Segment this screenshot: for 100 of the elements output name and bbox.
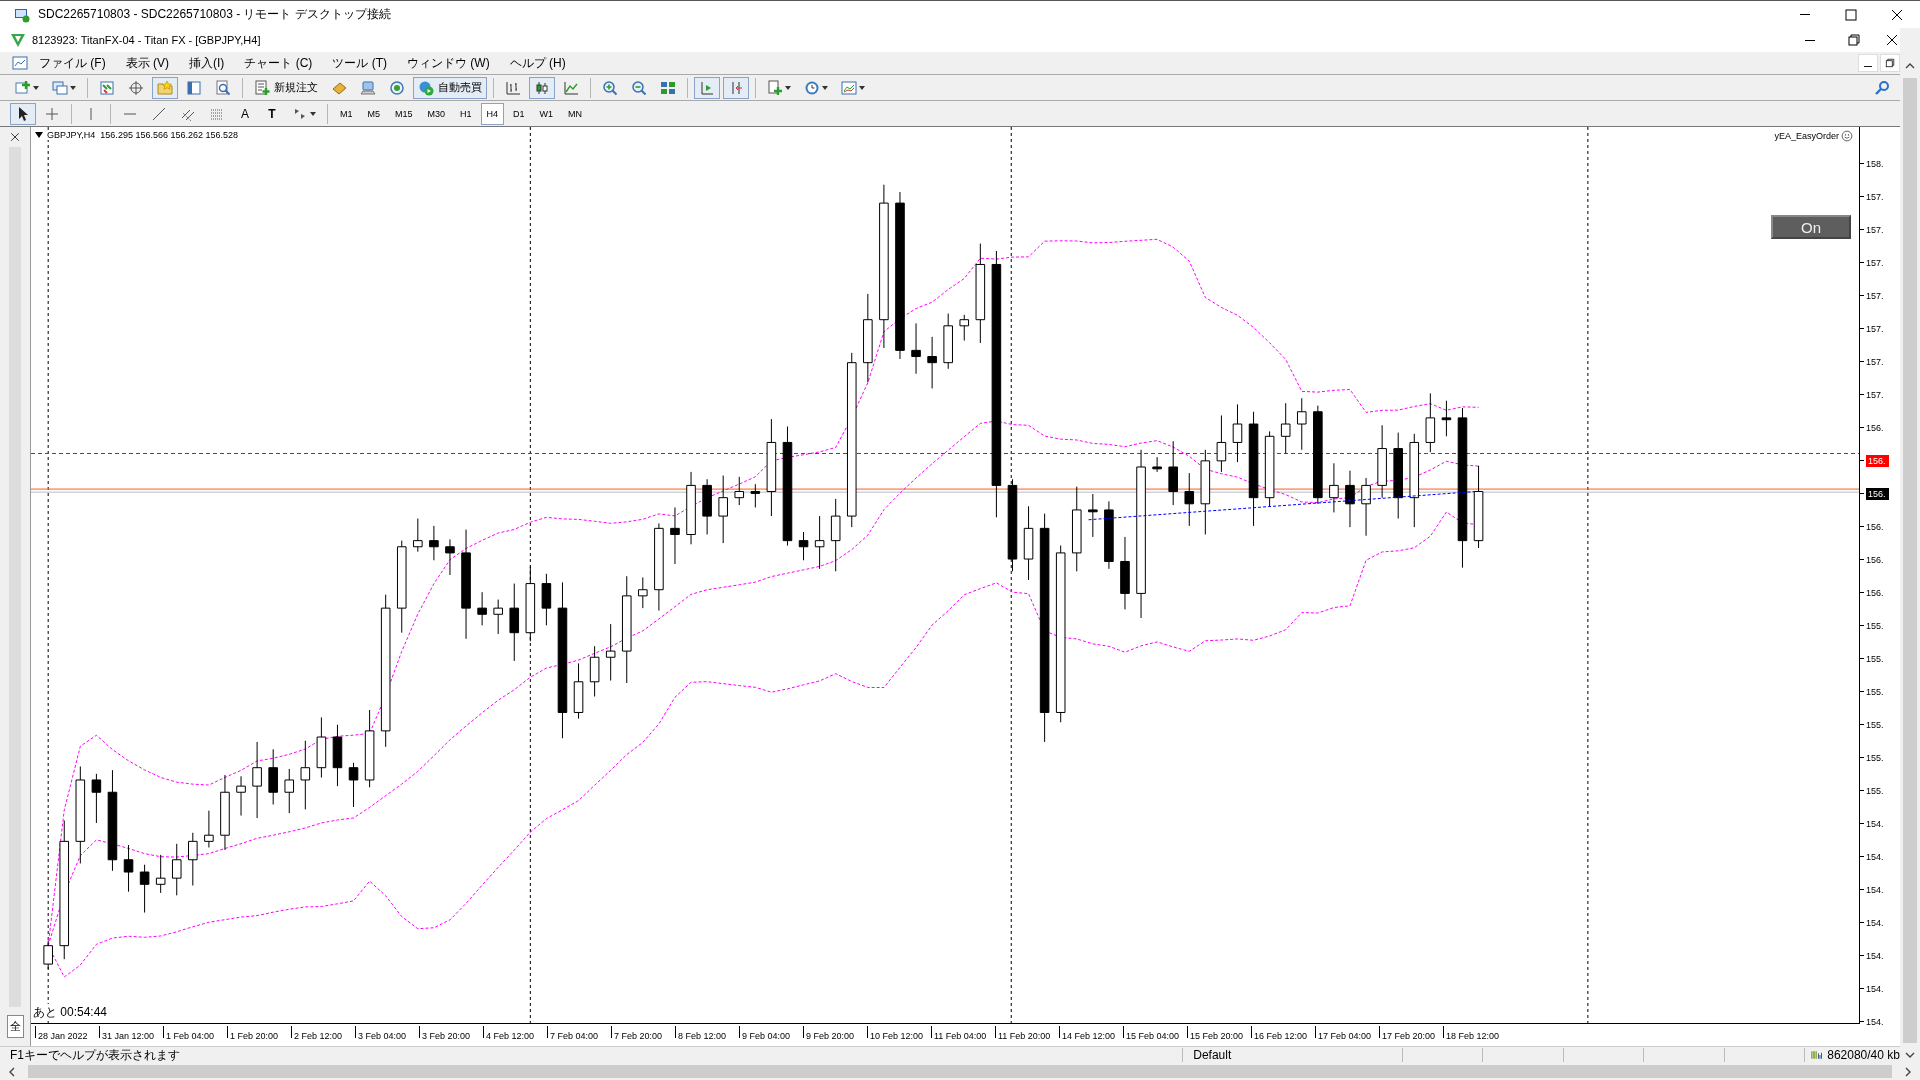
minimize-icon xyxy=(1800,14,1810,15)
maximize-icon xyxy=(1843,6,1859,23)
autotrading-button[interactable]: 自動売買 xyxy=(413,76,487,99)
price-label: 157. xyxy=(1866,356,1884,367)
price-label: 154. xyxy=(1866,884,1884,895)
time-label: 17 Feb 04:00 xyxy=(1315,1026,1379,1038)
menu-item[interactable]: ツール (T) xyxy=(323,52,396,74)
price-label: 154. xyxy=(1866,950,1884,961)
time-label: 16 Feb 12:00 xyxy=(1251,1026,1315,1038)
zoom-out-icon[interactable] xyxy=(631,79,647,96)
price-label: 155. xyxy=(1866,785,1884,796)
menu-item[interactable]: 挿入(I) xyxy=(180,52,234,74)
magnifier-document-icon[interactable] xyxy=(215,79,231,96)
time-label: 15 Feb 20:00 xyxy=(1187,1026,1251,1038)
smiley-icon xyxy=(1841,130,1853,142)
minimize-button[interactable] xyxy=(1858,54,1878,72)
app-title: 8123923: TitanFX-04 - Titan FX - [GBPJPY,H4] xyxy=(32,34,261,46)
ea-toggle-button[interactable]: On xyxy=(1771,215,1851,239)
caret-icon[interactable] xyxy=(859,85,865,90)
close-icon[interactable] xyxy=(9,131,21,143)
price-label: 154. xyxy=(1866,851,1884,862)
menu-item[interactable]: 表示 (V) xyxy=(116,52,178,74)
price-label: 156. xyxy=(1866,454,1889,467)
minimize-icon xyxy=(1805,39,1815,41)
timeframe-button[interactable]: M30 xyxy=(421,102,452,125)
triangle-icon[interactable] xyxy=(35,132,43,138)
restore-button[interactable] xyxy=(1880,54,1900,72)
line-chart-icon[interactable] xyxy=(563,79,579,96)
timeframe-button[interactable]: D1 xyxy=(507,102,531,125)
price-label: 155. xyxy=(1866,686,1884,697)
vertical-scrollbar[interactable] xyxy=(1900,28,1920,1063)
caret-icon[interactable] xyxy=(70,85,76,90)
menu-item[interactable]: チャート (C) xyxy=(235,52,322,74)
restore-icon xyxy=(1884,57,1896,69)
timeframe-button[interactable]: H4 xyxy=(480,102,505,125)
timeframe-button[interactable]: M15 xyxy=(389,102,419,125)
menu-item[interactable]: ヘルプ (H) xyxy=(500,52,575,74)
panel-tab[interactable]: 全 xyxy=(6,1015,24,1038)
price-label: 156. xyxy=(1866,521,1884,532)
star-folder-icon[interactable] xyxy=(157,79,173,96)
new-order-button[interactable]: 新規注文 xyxy=(249,76,323,99)
signal-icon[interactable] xyxy=(389,79,405,96)
chart-shift-icon[interactable] xyxy=(699,79,715,96)
trendline[interactable] xyxy=(1088,491,1476,521)
price-label: 157. xyxy=(1866,257,1884,268)
clock-icon[interactable] xyxy=(804,79,820,96)
chart-header: GBPJPY,H4 156.295 156.566 156.262 156.528 xyxy=(47,130,238,140)
timeframe-button[interactable]: M5 xyxy=(361,102,387,125)
document-plus-icon xyxy=(254,79,270,96)
time-label: 15 Feb 04:00 xyxy=(1123,1026,1187,1038)
caret-icon[interactable] xyxy=(33,85,39,90)
text-tool-button[interactable]: T xyxy=(260,102,284,125)
timeframe-button[interactable]: MN xyxy=(562,102,589,125)
time-label: 3 Feb 04:00 xyxy=(355,1026,419,1038)
price-label: 157. xyxy=(1866,224,1884,235)
price-label: 155. xyxy=(1866,620,1884,631)
search-icon[interactable] xyxy=(1874,79,1890,96)
monitor-icon[interactable] xyxy=(360,79,376,96)
time-label: 4 Feb 12:00 xyxy=(483,1026,547,1038)
timeframe-button[interactable]: H1 xyxy=(454,102,478,125)
text-tool-button[interactable]: A xyxy=(233,102,257,125)
time-label: 31 Jan 12:00 xyxy=(99,1026,163,1038)
price-label: 155. xyxy=(1866,719,1884,730)
trendline-icon[interactable] xyxy=(151,105,167,122)
timeframe-button[interactable]: W1 xyxy=(533,102,560,125)
candlestick-icon[interactable] xyxy=(534,79,550,96)
price-label: 156. xyxy=(1866,487,1889,500)
menu-item[interactable]: ファイル (F) xyxy=(30,52,115,74)
market-watch-icon[interactable] xyxy=(99,79,115,96)
timeframe-button[interactable]: M1 xyxy=(334,102,359,125)
terminal-window-icon[interactable] xyxy=(186,79,202,96)
price-label: 156. xyxy=(1866,587,1884,598)
time-label: 28 Jan 2022 xyxy=(35,1026,99,1038)
shield-icon xyxy=(10,32,26,48)
price-label: 156. xyxy=(1866,554,1884,565)
horizontal-scrollbar[interactable] xyxy=(0,1063,1920,1080)
time-label: 9 Feb 20:00 xyxy=(803,1026,867,1038)
chart-window-icon[interactable] xyxy=(12,55,28,71)
price-label: 154. xyxy=(1866,818,1884,829)
price-label: 157. xyxy=(1866,389,1884,400)
menu-item[interactable]: ウィンドウ (W) xyxy=(398,52,499,74)
tile-windows-icon[interactable] xyxy=(660,79,676,96)
crosshair-icon[interactable] xyxy=(128,79,144,96)
price-label: 155. xyxy=(1866,752,1884,763)
price-level-line[interactable] xyxy=(31,453,1859,454)
caret-icon[interactable] xyxy=(822,85,828,90)
caret-icon[interactable] xyxy=(310,111,316,116)
time-label: 11 Feb 20:00 xyxy=(995,1026,1059,1038)
time-label: 9 Feb 04:00 xyxy=(739,1026,803,1038)
bar-chart-icon[interactable] xyxy=(505,79,521,96)
price-label: 157. xyxy=(1866,323,1884,334)
price-label: 154. xyxy=(1866,983,1884,994)
traffic-text: 862080/40 kb xyxy=(1827,1048,1900,1062)
remote-desktop-icon xyxy=(14,6,30,23)
time-label: 7 Feb 04:00 xyxy=(547,1026,611,1038)
price-label: 157. xyxy=(1866,290,1884,301)
caret-icon[interactable] xyxy=(785,85,791,90)
zoom-in-icon[interactable] xyxy=(602,79,618,96)
time-label: 8 Feb 12:00 xyxy=(675,1026,739,1038)
close-icon xyxy=(1884,32,1900,48)
